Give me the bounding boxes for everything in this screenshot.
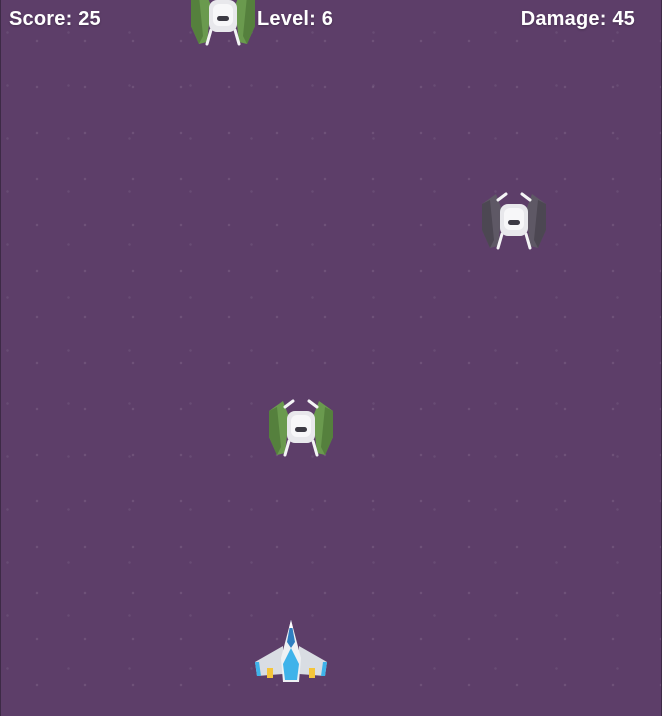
level-display: Level: 6 [257, 8, 334, 30]
game-canvas[interactable]: Score: 25 Level: 6 Damage: 45 [0, 0, 662, 716]
green-enemy-ship-icon [191, 0, 255, 46]
score-display: Score: 25 [9, 8, 101, 30]
green-enemy-ship-icon [269, 399, 333, 457]
damage-display: Damage: 45 [520, 8, 635, 30]
gray-enemy-ship-icon [482, 192, 546, 250]
player-ship-icon[interactable] [253, 618, 329, 686]
